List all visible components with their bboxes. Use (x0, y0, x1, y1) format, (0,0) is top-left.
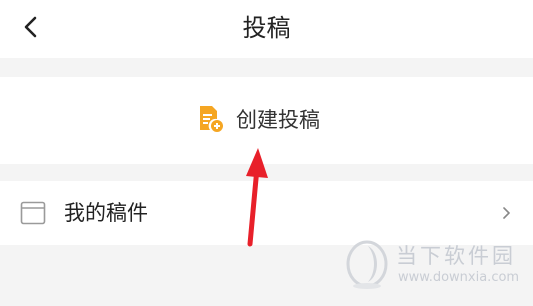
create-submission-label: 创建投稿 (236, 108, 320, 132)
watermark-name: 当下软件园 (396, 244, 516, 268)
create-draft-icon (198, 105, 224, 133)
chevron-right-icon (503, 207, 510, 219)
watermark-url: www.downxia.com (398, 270, 520, 285)
watermark-logo-icon (346, 240, 388, 289)
create-section: 创建投稿 (0, 77, 533, 164)
create-submission-button[interactable]: 创建投稿 (198, 99, 320, 139)
app-header: 投稿 (0, 0, 533, 58)
my-drafts-label: 我的稿件 (64, 201, 148, 225)
page-title: 投稿 (242, 14, 291, 42)
drafts-folder-icon (20, 201, 46, 225)
watermark: 当下软件园 www.downxia.com (346, 236, 526, 298)
